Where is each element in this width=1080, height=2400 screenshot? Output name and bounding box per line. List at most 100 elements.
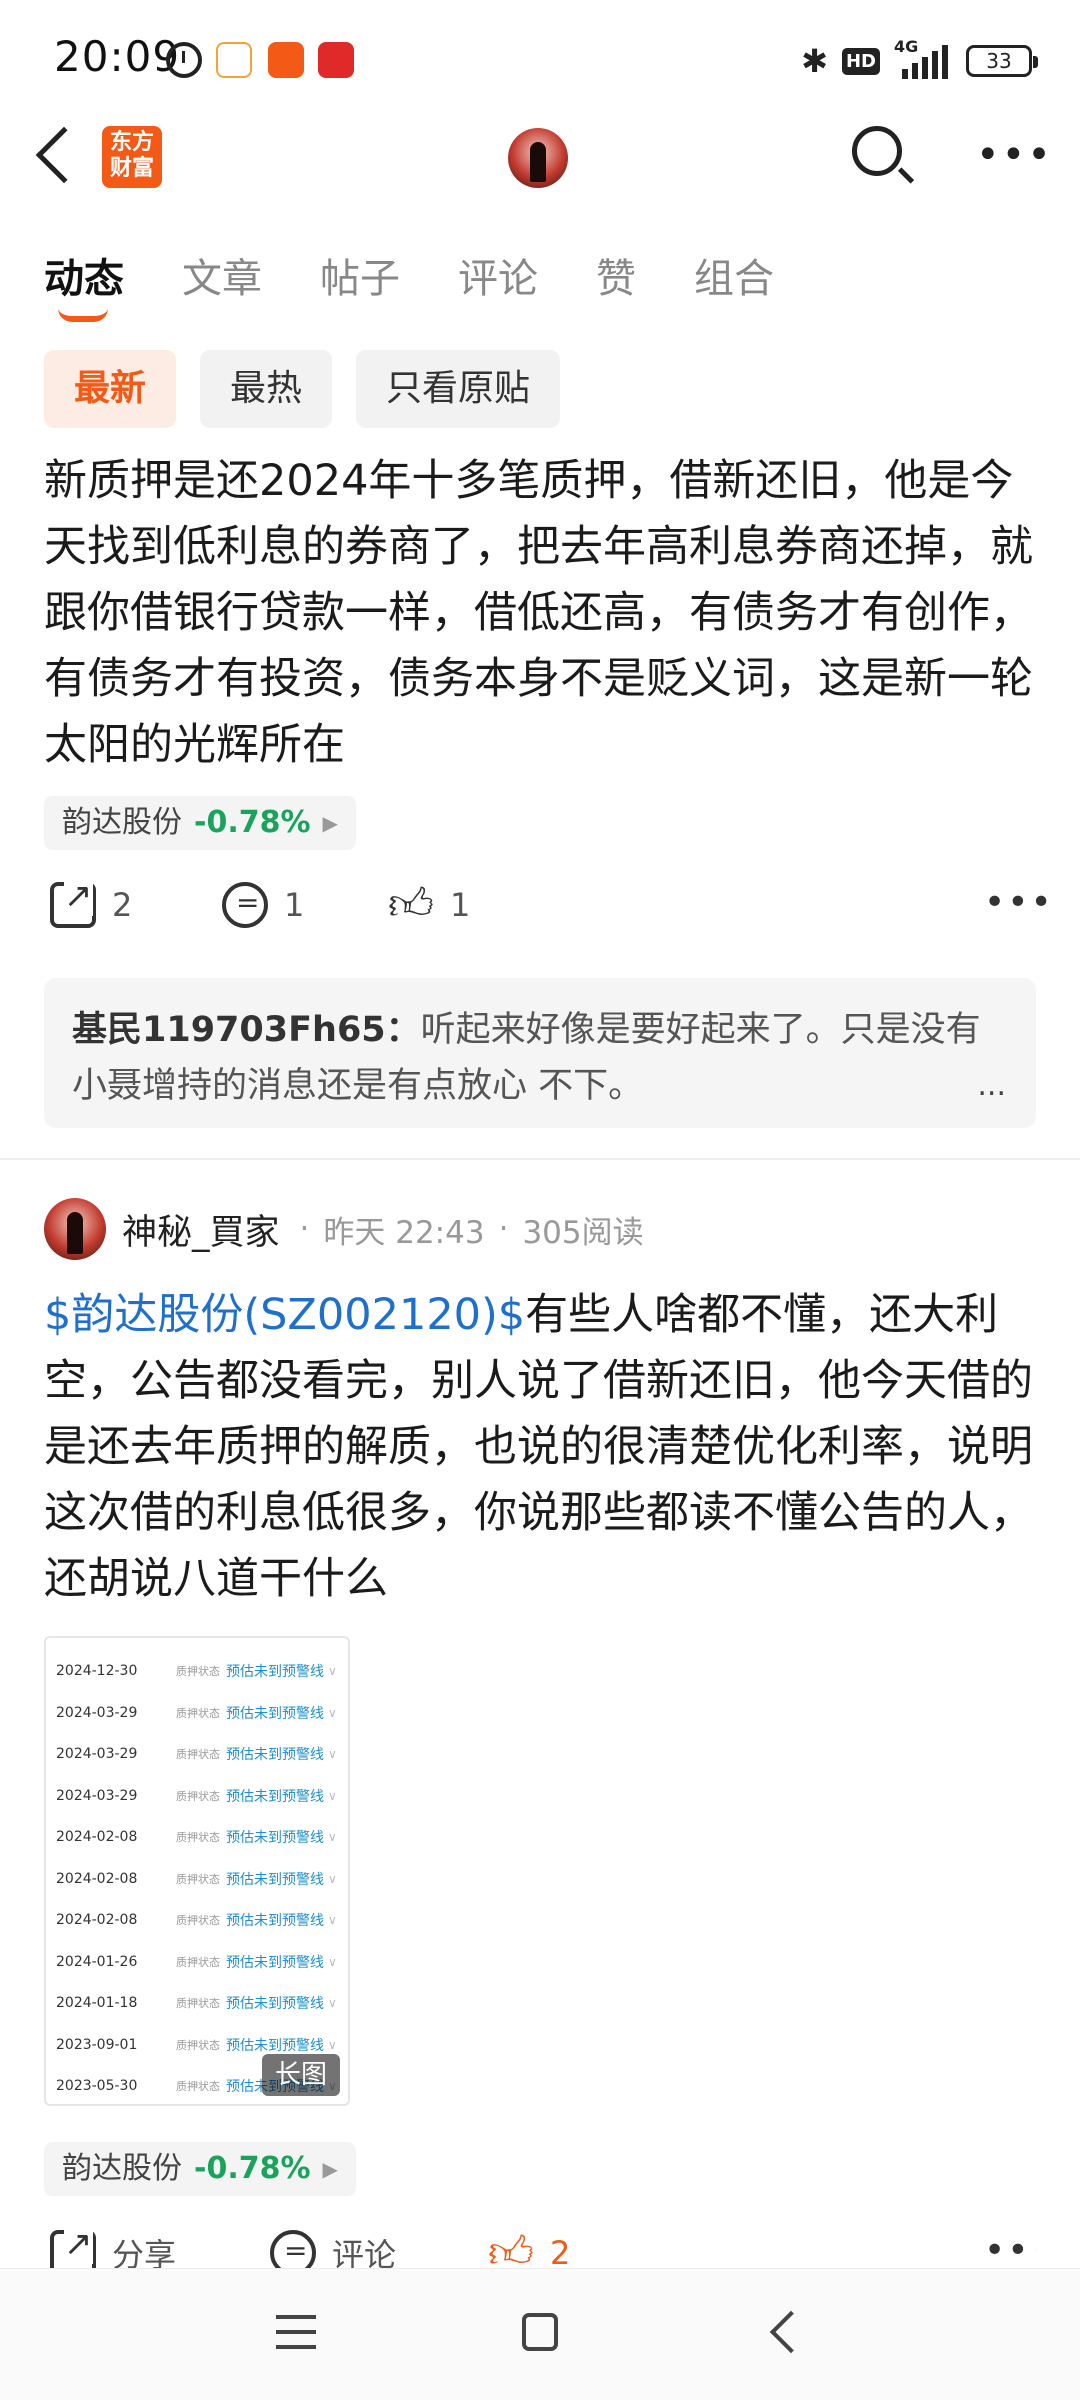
share-button[interactable]: 2 (50, 876, 133, 928)
play-icon: ▶ (322, 811, 338, 835)
thumbs-up-icon: 👍︎ (488, 2230, 534, 2268)
filter-bar: 最新 最热 只看原贴 (44, 350, 561, 428)
image-row-value: 预估未到预警线 (226, 1954, 324, 1971)
separator-dot: · (299, 1211, 310, 1247)
like-count: 2 (550, 2234, 571, 2268)
separator-dot: · (498, 1211, 509, 1247)
tab-portfolio[interactable]: 组合 (694, 246, 774, 316)
image-row-value: 预估未到预警线 (226, 1830, 324, 1846)
post-text[interactable]: $韵达股份(SZ002120)$有些人啥都不懂，还大利空，公告都没看完，别人说了… (44, 1282, 1036, 1612)
image-row-date: 2024-03-29 (56, 1704, 138, 1721)
app-notification-icon (216, 42, 252, 78)
app-notification-icon (318, 42, 354, 78)
image-row-date: 2024-01-18 (56, 1995, 138, 2011)
image-row: 2024-02-08 质押状态 预估未到预警线 ∨ (46, 1899, 348, 1941)
chevron-down-icon: ∨ (328, 1954, 337, 1969)
image-row-status: 质押状态 (176, 2038, 220, 2052)
image-row-status: 质押状态 (176, 1955, 220, 1969)
share-label: 分享 (112, 2236, 177, 2268)
image-row-value: 预估未到预警线 (226, 1913, 324, 1929)
comment-button[interactable]: 1 (222, 882, 304, 928)
image-row: 2024-01-26 质押状态 预估未到预警线 ∨ (46, 1941, 348, 1983)
image-row-value: 预估未到预警线 (226, 2037, 324, 2054)
status-time: 20:09 (54, 32, 181, 81)
image-row-date: 2024-02-08 (56, 1912, 138, 1928)
image-row-date: 2024-03-29 (56, 1746, 138, 1762)
alarm-icon (166, 42, 202, 78)
like-button[interactable]: 👍︎ 1 (388, 882, 470, 928)
chevron-down-icon: ∨ (328, 1788, 337, 1803)
filter-hot[interactable]: 最热 (200, 350, 333, 428)
image-row-status: 质押状态 (176, 1914, 220, 1927)
comment-label: 评论 (332, 2236, 397, 2268)
comment-more[interactable]: ... (977, 1058, 1006, 1114)
divider (0, 1158, 1080, 1160)
tab-likes[interactable]: 赞 (596, 246, 636, 316)
stock-name: 韵达股份 (62, 2151, 182, 2186)
comment-icon (222, 882, 268, 928)
image-row-status: 质押状态 (176, 1665, 220, 1678)
share-icon (50, 2230, 96, 2268)
share-count: 2 (112, 886, 133, 924)
app-logo: 东方 财富 (102, 126, 162, 188)
comment-button[interactable]: 评论 (270, 2230, 396, 2268)
avatar[interactable] (508, 128, 568, 188)
image-row-status: 质押状态 (176, 1748, 220, 1761)
author-name[interactable]: 神秘_買家 (122, 1204, 280, 1255)
more-icon[interactable]: ••• (976, 132, 1053, 178)
image-row-date: 2024-01-26 (56, 1953, 138, 1970)
image-row-date: 2024-02-08 (56, 1829, 138, 1845)
chevron-down-icon: ∨ (328, 1913, 337, 1927)
like-count: 1 (450, 886, 471, 924)
tab-articles[interactable]: 文章 (182, 246, 262, 316)
more-button[interactable]: ••• (984, 2230, 1036, 2268)
filter-original-only[interactable]: 只看原贴 (356, 350, 561, 428)
chevron-down-icon: ∨ (328, 1996, 337, 2010)
image-row: 2024-03-29 质押状态 预估未到预警线 ∨ (46, 1733, 348, 1775)
image-row-status: 质押状态 (176, 1872, 220, 1886)
search-icon[interactable] (852, 126, 902, 176)
chevron-down-icon: ∨ (328, 1705, 337, 1720)
battery-icon: 33 (966, 45, 1038, 77)
like-button[interactable]: 👍︎ 2 (488, 2230, 570, 2268)
long-image-badge: 长图 (262, 2054, 340, 2096)
filter-latest[interactable]: 最新 (44, 350, 177, 428)
signal-icon: 4G (894, 37, 952, 79)
system-nav-bar (0, 2268, 1080, 2400)
tab-dynamic[interactable]: 动态 (44, 246, 124, 322)
more-icon: ••• (984, 882, 1054, 923)
play-icon: ▶ (322, 2157, 338, 2181)
image-row-value: 预估未到预警线 (226, 1996, 324, 2012)
back-icon[interactable] (769, 2310, 813, 2354)
image-row-value: 预估未到预警线 (226, 1871, 324, 1888)
share-button[interactable]: 分享 (50, 2230, 176, 2268)
more-button[interactable]: ••• (984, 882, 1054, 923)
app-notification-icon (268, 42, 304, 78)
tab-posts[interactable]: 帖子 (320, 246, 400, 316)
share-icon (50, 876, 96, 928)
post-image[interactable]: 2024-12-30 质押状态 预估未到预警线 ∨ 2024-03-29 质押状态 预估未到… (44, 1636, 350, 2106)
image-row-value: 预估未到预警线 (226, 1788, 324, 1805)
image-row-status: 质押状态 (176, 1706, 220, 1720)
avatar[interactable] (44, 1198, 106, 1260)
stock-link[interactable]: $韵达股份(SZ002120)$ (44, 1290, 525, 1340)
tab-comments[interactable]: 评论 (458, 246, 538, 316)
chevron-down-icon: ∨ (328, 1664, 337, 1678)
chevron-down-icon: ∨ (328, 1871, 337, 1886)
post-actions: 2 1 👍︎ 1 ••• (44, 876, 1052, 942)
more-icon: ••• (984, 2230, 1036, 2268)
stock-tag[interactable]: 韵达股份 -0.78% ▶ (44, 2142, 356, 2196)
menu-icon[interactable] (276, 2315, 316, 2349)
stock-tag[interactable]: 韵达股份 -0.78% ▶ (44, 796, 356, 850)
image-row-status: 质押状态 (176, 1789, 220, 1803)
home-icon[interactable] (522, 2313, 558, 2351)
image-row-value: 预估未到预警线 (226, 1705, 324, 1722)
comment-preview[interactable]: 基民119703Fh65：听起来好像是要好起来了。只是没有小聂增持的消息还是有点… (44, 978, 1036, 1128)
post-text[interactable]: 新质押是还2024年十多笔质押，借新还旧，他是今天找到低利息的券商了，把去年高利… (44, 448, 1036, 778)
image-row: 2024-02-08 质押状态 预估未到预警线 ∨ (46, 1858, 348, 1900)
stock-name: 韵达股份 (62, 805, 182, 840)
image-row-date: 2024-02-08 (56, 1870, 138, 1887)
image-row-status: 质押状态 (176, 1997, 220, 2010)
image-row: 2024-03-29 质押状态 预估未到预警线 ∨ (46, 1692, 348, 1734)
back-icon[interactable] (35, 126, 93, 184)
